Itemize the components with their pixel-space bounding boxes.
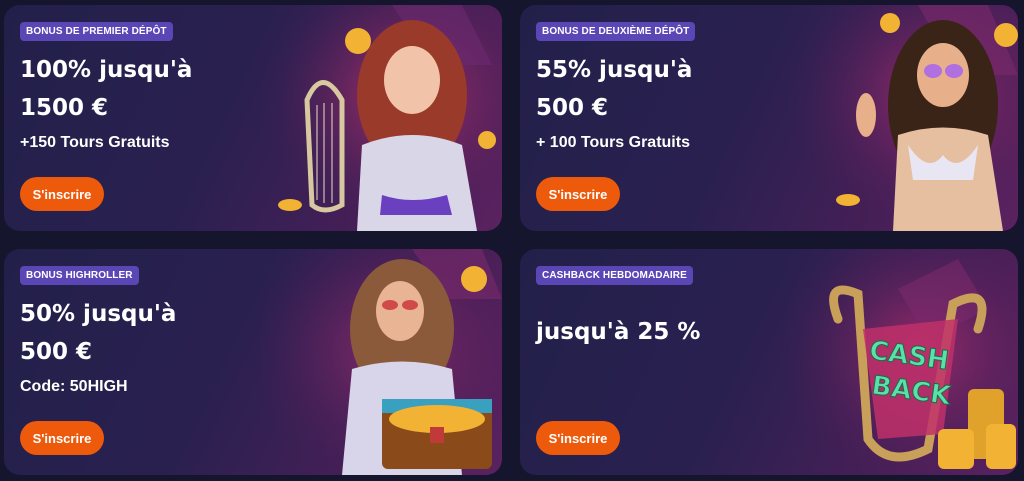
gold-coin-icon [836, 194, 860, 206]
promo-card-second-deposit: BONUS DE DEUXIÈME DÉPÔT 55% jusqu'à 500 … [520, 5, 1018, 231]
signup-button[interactable]: S'inscrire [20, 421, 104, 455]
gold-coin-icon [994, 23, 1018, 47]
signup-button[interactable]: S'inscrire [536, 177, 620, 211]
promo-card-highroller: BONUS HIGHROLLER 50% jusqu'à 500 € Code:… [4, 249, 502, 475]
bonus-title-line1: jusqu'à 25 % [536, 319, 701, 345]
goddess-sunglasses-illustration [778, 5, 1018, 231]
bonus-subtitle: + 100 Tours Gratuits [536, 134, 690, 151]
gold-coin-icon [478, 131, 496, 149]
bonus-title: 55% jusqu'à 500 € [536, 51, 766, 127]
bonus-title: 100% jusqu'à 1500 € [20, 51, 250, 127]
goddess-harp-illustration [262, 5, 502, 231]
bonus-title: 50% jusqu'à 500 € [20, 295, 250, 371]
bonus-badge: BONUS DE PREMIER DÉPÔT [20, 22, 173, 41]
gold-coin-icon [986, 424, 1016, 469]
signup-button[interactable]: S'inscrire [536, 421, 620, 455]
bonus-title-line2: 500 € [20, 339, 93, 365]
gold-coin-icon [278, 199, 302, 211]
bonus-title: jusqu'à 25 % [536, 313, 766, 351]
gold-coin-icon [461, 266, 487, 292]
bonus-badge: BONUS HIGHROLLER [20, 266, 139, 285]
bonus-badge: BONUS DE DEUXIÈME DÉPÔT [536, 22, 696, 41]
bonus-title-line2: 500 € [536, 95, 609, 121]
bonus-subtitle: +150 Tours Gratuits [20, 134, 170, 151]
promo-card-cashback: CASH BACK CASHBACK HEBDOMADAIRE jusqu'à … [520, 249, 1018, 475]
bonus-title-line1: 55% jusqu'à [536, 57, 693, 83]
bonus-title-line2: 1500 € [20, 95, 109, 121]
goddess-treasure-chest-illustration [262, 249, 502, 475]
cashback-harp-illustration: CASH BACK [778, 249, 1018, 475]
bonus-subtitle: Code: 50HIGH [20, 378, 128, 395]
signup-button[interactable]: S'inscrire [20, 177, 104, 211]
gold-coin-icon [938, 429, 974, 469]
bonus-title-line1: 100% jusqu'à [20, 57, 193, 83]
bonus-badge: CASHBACK HEBDOMADAIRE [536, 266, 693, 285]
bonus-title-line1: 50% jusqu'à [20, 301, 177, 327]
promo-grid: BONUS DE PREMIER DÉPÔT 100% jusqu'à 1500… [0, 0, 1024, 481]
gold-coin-icon [345, 28, 371, 54]
gold-coin-icon [880, 13, 900, 33]
promo-card-first-deposit: BONUS DE PREMIER DÉPÔT 100% jusqu'à 1500… [4, 5, 502, 231]
